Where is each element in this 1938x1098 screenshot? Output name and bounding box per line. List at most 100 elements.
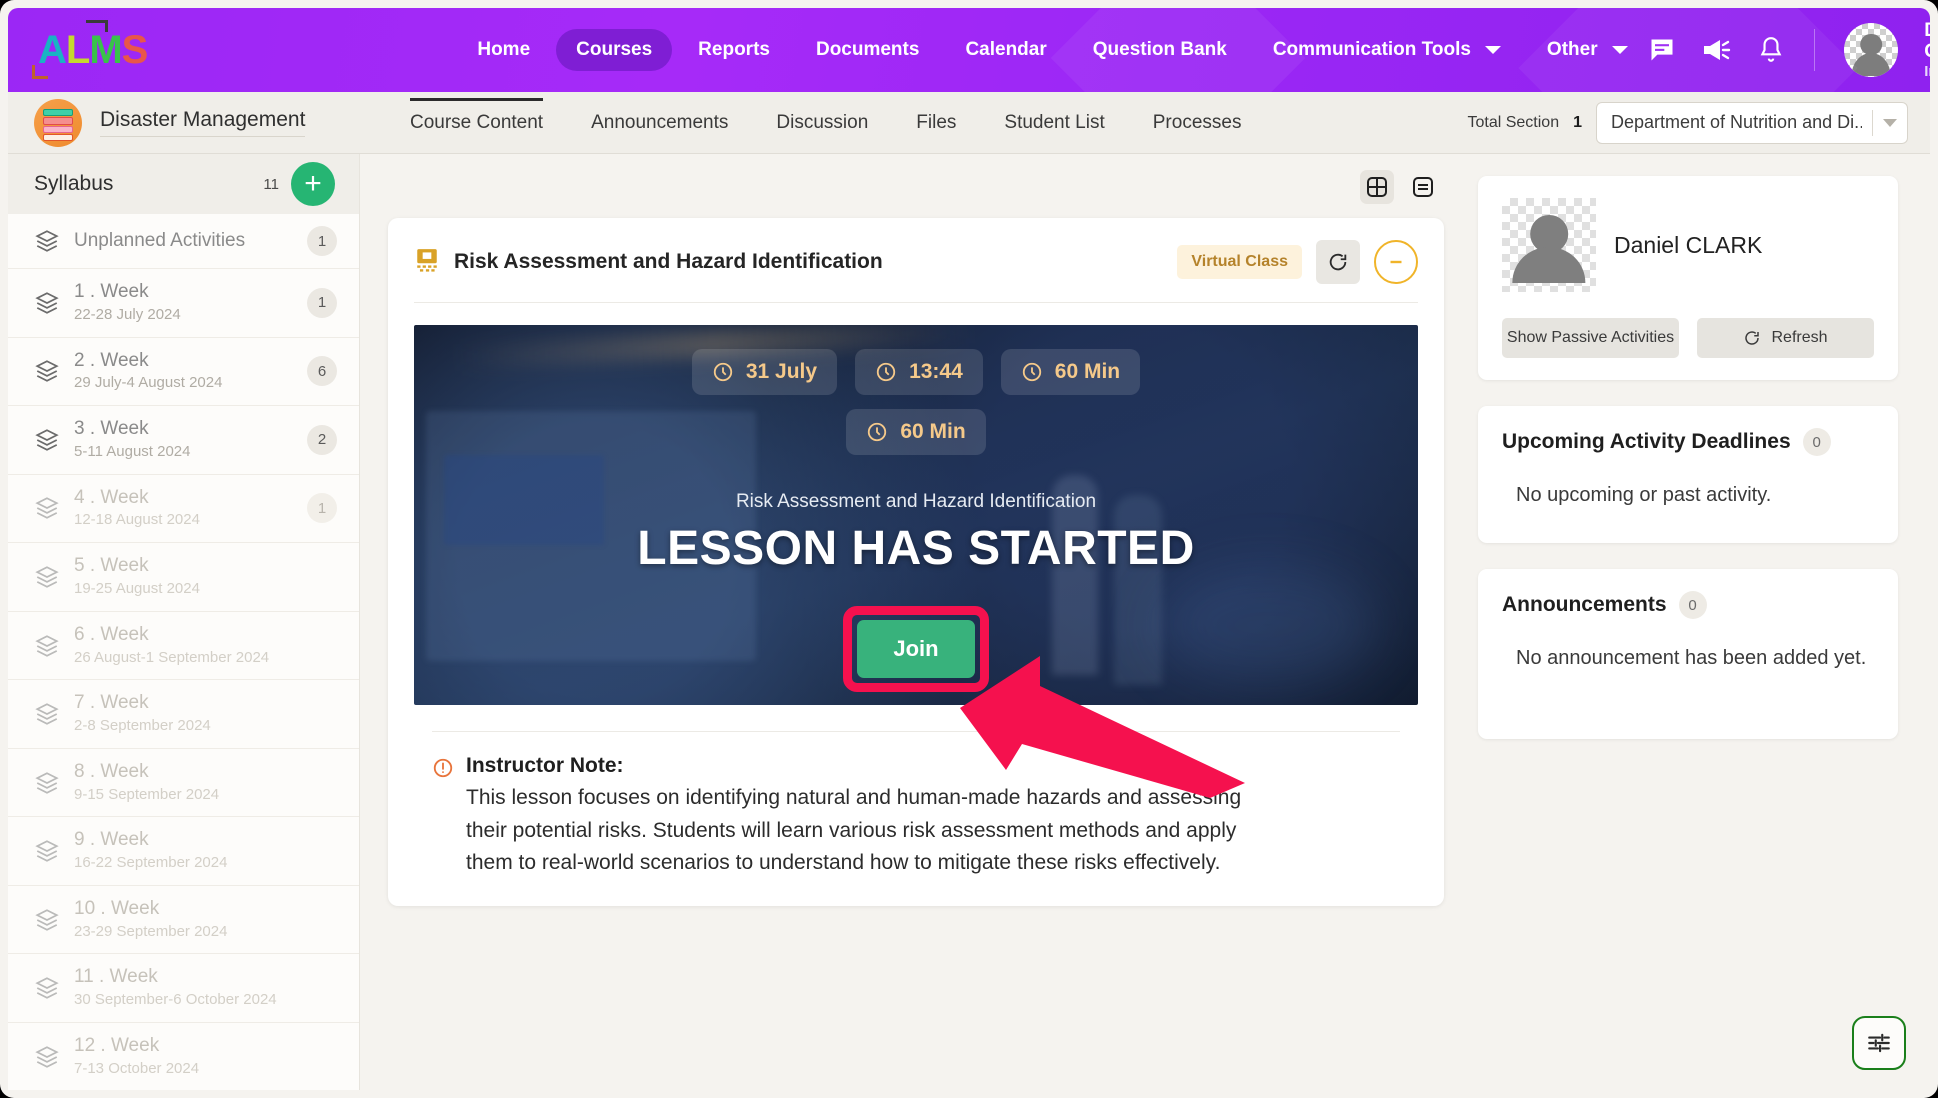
list-view-icon[interactable] [1406, 170, 1440, 204]
user-name: Daniel CLARK [1924, 20, 1930, 64]
nav-item-home[interactable]: Home [457, 29, 550, 71]
megaphone-icon[interactable] [1702, 35, 1732, 65]
announcements-count-badge: 0 [1678, 591, 1707, 619]
sidebar-week-item[interactable]: 8 . Week 9-15 September 2024 [8, 749, 359, 818]
announcements-card: Announcements 0 No announcement has been… [1478, 569, 1898, 739]
pill-duration: 60 Min [1000, 349, 1141, 395]
virtual-class-badge: Virtual Class [1177, 245, 1302, 279]
sidebar-week-item[interactable]: 2 . Week 29 July-4 August 2024 6 [8, 338, 359, 407]
info-circle-icon [432, 757, 454, 880]
sidebar-week-item[interactable]: 9 . Week 16-22 September 2024 [8, 817, 359, 886]
minus-icon[interactable] [1374, 240, 1418, 284]
nav-right-actions: Daniel CLARK Instructor [1648, 20, 1930, 81]
sidebar-week-item[interactable]: 4 . Week 12-18 August 2024 1 [8, 475, 359, 544]
week-name: 2 . Week [74, 349, 149, 371]
week-body: 9 . Week 16-22 September 2024 [74, 829, 337, 873]
week-date: 12-18 August 2024 [74, 511, 200, 529]
week-badge: 1 [307, 226, 337, 256]
instructor-note: Instructor Note: This lesson focuses on … [414, 732, 1418, 880]
week-body: 6 . Week 26 August-1 September 2024 [74, 624, 337, 668]
tab-announcements[interactable]: Announcements [567, 98, 752, 148]
layers-icon [34, 358, 74, 384]
nav-item-courses[interactable]: Courses [556, 29, 673, 71]
tab-course-content[interactable]: Course Content [386, 97, 567, 148]
pill-duration-label: 60 Min [1054, 360, 1121, 383]
nav-item-documents[interactable]: Documents [796, 29, 939, 71]
select-divider [1872, 109, 1873, 136]
sidebar-week-item[interactable]: 1 . Week 22-28 July 2024 1 [8, 269, 359, 338]
refresh-icon[interactable] [1316, 240, 1360, 284]
nav-item-calendar[interactable]: Calendar [945, 29, 1066, 71]
logo-bracket-top-right [86, 19, 108, 32]
week-badge: 1 [307, 493, 337, 524]
week-body: 11 . Week 30 September-6 October 2024 [74, 966, 337, 1010]
avatar[interactable] [1844, 23, 1899, 77]
layers-icon [34, 564, 74, 590]
week-badge: 6 [307, 356, 337, 387]
sidebar-week-item[interactable]: 10 . Week 23-29 September 2024 [8, 886, 359, 955]
week-badge: 2 [307, 424, 337, 455]
week-name: 1 . Week [74, 281, 149, 302]
profile-row: Daniel CLARK [1502, 198, 1874, 292]
layers-icon [34, 838, 74, 864]
grid-view-icon[interactable] [1360, 170, 1394, 204]
sidebar-week-item[interactable]: 6 . Week 26 August-1 September 2024 [8, 612, 359, 681]
settings-sliders-icon[interactable] [1852, 1016, 1906, 1070]
join-button[interactable]: Join [857, 620, 975, 678]
nav-item-communication-tools[interactable]: Communication Tools [1253, 29, 1521, 71]
layers-icon [34, 228, 74, 254]
course-identity[interactable]: Disaster Management [34, 98, 374, 147]
week-name: 9 . Week [74, 829, 149, 851]
refresh-button[interactable]: Refresh [1697, 318, 1874, 358]
add-syllabus-button[interactable]: + [291, 162, 335, 206]
presentation-icon [414, 247, 440, 278]
nav-divider [1813, 29, 1815, 71]
user-role: Instructor [1924, 63, 1930, 81]
week-date: 16-22 September 2024 [74, 854, 228, 872]
message-icon[interactable] [1648, 35, 1676, 65]
top-navigation-bar: ALMS Home Courses Reports Documents Cale… [8, 8, 1930, 92]
show-passive-activities-button[interactable]: Show Passive Activities [1502, 318, 1679, 358]
banner-pill-row-1: 31 July 13:44 60 Min [414, 325, 1418, 395]
layers-icon [34, 290, 74, 316]
sidebar-week-item[interactable]: 5 . Week 19-25 August 2024 [8, 543, 359, 612]
clock-icon [868, 422, 887, 442]
tab-discussion[interactable]: Discussion [752, 98, 892, 148]
tab-files[interactable]: Files [892, 98, 980, 148]
pill-date: 31 July [691, 349, 838, 395]
join-highlight-box: Join [843, 606, 989, 692]
sidebar-week-item[interactable]: 11 . Week 30 September-6 October 2024 [8, 954, 359, 1024]
department-select[interactable]: Department of Nutrition and Di... [1596, 101, 1908, 144]
pill-duration-secondary: 60 Min [846, 409, 986, 455]
nav-item-other[interactable]: Other [1527, 29, 1648, 71]
week-date: 2-8 September 2024 [74, 717, 211, 735]
tab-student-list[interactable]: Student List [980, 98, 1128, 148]
chevron-down-icon [1883, 118, 1897, 127]
user-info[interactable]: Daniel CLARK Instructor [1924, 20, 1930, 81]
nav-item-question-bank[interactable]: Question Bank [1073, 29, 1247, 71]
week-name: 8 . Week [74, 760, 149, 782]
sidebar-week-item[interactable]: Unplanned Activities 1 [8, 214, 359, 269]
join-area: Join [414, 606, 1418, 692]
tab-processes[interactable]: Processes [1129, 98, 1266, 148]
week-body: 3 . Week 5-11 August 2024 [74, 418, 307, 462]
sidebar-week-item[interactable]: 12 . Week 7-13 October 2024 [8, 1023, 359, 1090]
week-date: 22-28 July 2024 [74, 305, 181, 323]
app-window: ALMS Home Courses Reports Documents Cale… [0, 0, 1938, 1098]
syllabus-sidebar[interactable]: Syllabus 11 + Unplanned Activities 1 1 . W… [8, 154, 360, 1090]
refresh-button-label: Refresh [1771, 329, 1828, 346]
alms-logo[interactable]: ALMS [32, 19, 148, 79]
layers-icon [34, 633, 74, 659]
nav-item-other-label: Other [1546, 39, 1598, 60]
logo-letter-l: L [65, 27, 90, 72]
nav-item-reports[interactable]: Reports [678, 29, 790, 71]
banner-headline: LESSON HAS STARTED [637, 522, 1195, 575]
week-name: 4 . Week [74, 486, 149, 508]
bell-icon[interactable] [1758, 35, 1784, 65]
refresh-icon [1745, 331, 1760, 345]
profile-name: Daniel CLARK [1614, 231, 1763, 258]
pill-date-label: 31 July [745, 360, 818, 383]
sidebar-week-item[interactable]: 3 . Week 5-11 August 2024 2 [8, 406, 359, 475]
layers-icon [34, 770, 74, 796]
sidebar-week-item[interactable]: 7 . Week 2-8 September 2024 [8, 680, 359, 749]
